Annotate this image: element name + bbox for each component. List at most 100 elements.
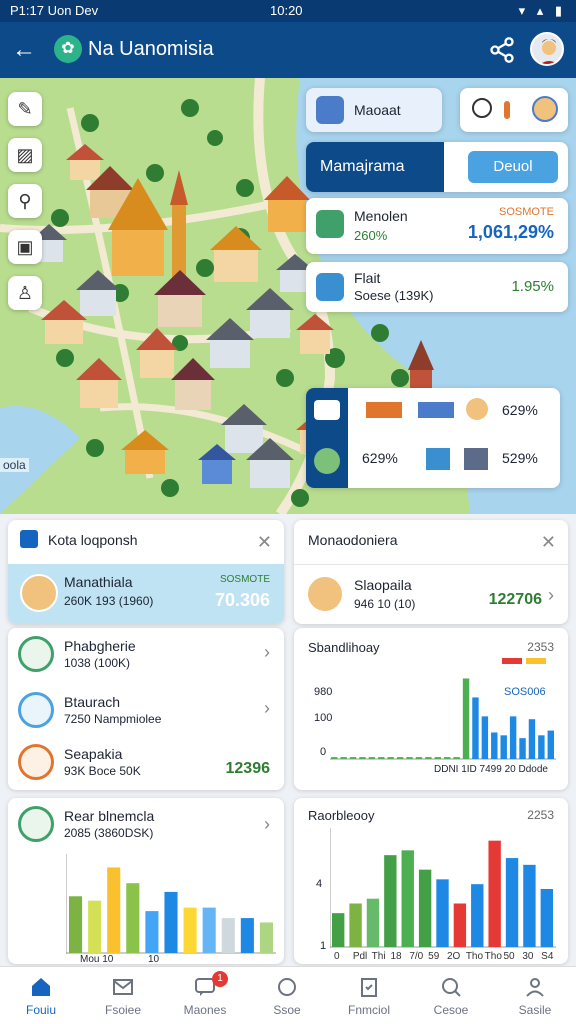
raorbleooy-chart (330, 828, 556, 948)
map-card-menolen-value: 1,061,29% (467, 222, 554, 242)
list-item[interactable]: Btaurach 7250 Nampmiolee › (8, 684, 284, 738)
chart-corner: 2253 (527, 808, 554, 822)
map-card-controls[interactable] (460, 88, 568, 132)
nav-label: Sasile (518, 1003, 552, 1017)
panel-kota-row-tag: SOSMOTE (219, 574, 270, 585)
nav-tasks[interactable]: Fnmciol (328, 967, 410, 1024)
ytick-label: 1 (320, 940, 327, 952)
map-card-flait-title: Flait (354, 270, 381, 286)
panel-chart-raorbleooy: Raorbleooy 2253 4 1 0 Pdl Thi 18 7/0 59 2O Tho T… (294, 798, 568, 964)
chart-bar (453, 757, 460, 759)
back-arrow-icon[interactable]: ← (10, 36, 38, 64)
list-item-title: Seapakia (64, 746, 123, 762)
nav-mail[interactable]: Fsoiee (82, 967, 164, 1024)
chart-bar (340, 757, 347, 759)
chart-bar (488, 840, 501, 947)
box-icon (464, 448, 488, 470)
map-tool-image-icon[interactable]: ▨ (8, 138, 42, 172)
share-icon[interactable] (488, 36, 516, 64)
notification-badge: 1 (212, 971, 228, 987)
nav-messages[interactable]: 1 Maones (164, 967, 246, 1024)
nav-profile[interactable]: Sasile (494, 967, 576, 1024)
panel-kota-title: Kota loqponsh (48, 532, 138, 548)
chart-bar (366, 898, 380, 947)
nav-label: Fsoiee (104, 1003, 142, 1017)
chart-bar (472, 697, 479, 759)
chevron-right-icon[interactable]: › (264, 642, 270, 663)
chart-bar (538, 735, 545, 759)
list-item-title: Btaurach (64, 694, 121, 710)
cube-icon (426, 448, 450, 470)
search-icon (278, 978, 296, 996)
nav-search[interactable]: Ssoe (246, 967, 328, 1024)
panel-kota-row-name: Manathiala (64, 574, 133, 590)
map-card-flait[interactable]: Flait Soese (139K) 1.95% (306, 262, 568, 312)
search-icon[interactable] (472, 98, 492, 118)
chevron-right-icon[interactable]: › (264, 814, 270, 835)
bars-icon-2 (418, 402, 454, 418)
briefcase-icon (20, 530, 38, 548)
nav-explore[interactable]: Cesoe (410, 967, 492, 1024)
map-card-maoaat[interactable]: Maoaat (306, 88, 442, 132)
ytick-label: 4 (316, 878, 323, 890)
bag-icon (18, 744, 54, 780)
nav-label: Maones (183, 1003, 227, 1017)
chart-bar (401, 850, 414, 947)
panel-kota: Kota loqponsh ✕ Manathiala 260K 193 (196… (8, 520, 284, 624)
panel-kota-row[interactable]: Manathiala 260K 193 (1960) SOSMOTE 70.30… (8, 564, 284, 624)
chart-bar (349, 903, 362, 947)
x-tick-label: 18 (391, 951, 403, 962)
app-logo-icon: ✿ (54, 35, 82, 63)
chart-bar (368, 757, 376, 759)
x-tick-label: Pdl (353, 951, 367, 962)
chart-bar (491, 732, 498, 759)
close-icon[interactable]: ✕ (257, 532, 272, 553)
map-card-action-button[interactable]: Deuol (468, 151, 558, 183)
list-item[interactable]: Seapakia 93K Boce 50K 12396 (8, 738, 284, 790)
list-item-sub: 93K Boce 50K (64, 764, 141, 778)
chart-bar (528, 719, 536, 759)
map-stats-bottom-right: 529% (502, 450, 538, 466)
user-avatar-small[interactable] (532, 96, 558, 122)
map-card-menolen-title: Menolen (354, 208, 408, 224)
info-icon (316, 273, 344, 301)
chart-title: Sbandlihoay (308, 640, 380, 655)
raorbleooy-xaxis: 0 Pdl Thi 18 7/0 59 2O Tho Tho 50 30 S4 (334, 951, 554, 962)
xlabel: Mou 10 (80, 954, 114, 964)
map-card-mamajrama[interactable]: Mamajrama Deuol (306, 142, 568, 192)
map-stats-top: 629% (502, 402, 538, 418)
map-stats-card[interactable]: 629% 629% 529% (306, 388, 560, 488)
x-tick-label: S4 (541, 951, 554, 962)
list-item[interactable]: Phabgherie 1038 (100K) › (8, 628, 284, 682)
location-icon (314, 448, 340, 474)
map-tool-walk-icon[interactable]: ⚲ (8, 184, 42, 218)
map-tool-person-icon[interactable]: ♙ (8, 276, 42, 310)
chart-corner: 2353 (527, 640, 554, 654)
rear-blnemcla-chart (66, 854, 276, 954)
profile-avatar[interactable] (530, 32, 564, 66)
close-icon-2[interactable]: ✕ (541, 532, 556, 553)
map-tool-pen-icon[interactable]: ✎ (8, 92, 42, 126)
user-avatar-2 (306, 575, 344, 613)
town-map[interactable]: ✎ ▨ ⚲ ▣ ♙ oola Maoaat Mamajrama Deuol Me… (0, 78, 576, 514)
chart-bar (145, 911, 159, 953)
map-tool-frame-icon[interactable]: ▣ (8, 230, 42, 264)
chart-bar (387, 757, 394, 759)
panel-monaodoniera-row[interactable]: Slaopaila 946 10 (10) 122706 › (294, 564, 568, 624)
map-card-flait-value: 1.95% (511, 278, 554, 295)
chevron-right-icon[interactable]: › (264, 698, 270, 719)
chart-bar (349, 757, 357, 759)
chart-bar (481, 716, 489, 759)
map-card-menolen-subtitle: SOSMOTE (498, 206, 554, 218)
chart-bar (547, 730, 554, 759)
bus-icon (314, 400, 340, 420)
chevron-right-icon[interactable]: › (548, 585, 554, 606)
panel-rear-title: Rear blnemcla (64, 808, 155, 824)
status-time: 10:20 (270, 3, 303, 18)
app-title: Na Uanomisia (88, 38, 214, 60)
map-card-menolen[interactable]: Menolen 260% SOSMOTE 1,061,29% (306, 198, 568, 254)
chart-bar (359, 757, 366, 759)
nav-home[interactable]: Fouiu (0, 967, 82, 1024)
user-avatar (20, 574, 58, 612)
panel-list: Phabgherie 1038 (100K) › Btaurach 7250 N… (8, 628, 284, 790)
